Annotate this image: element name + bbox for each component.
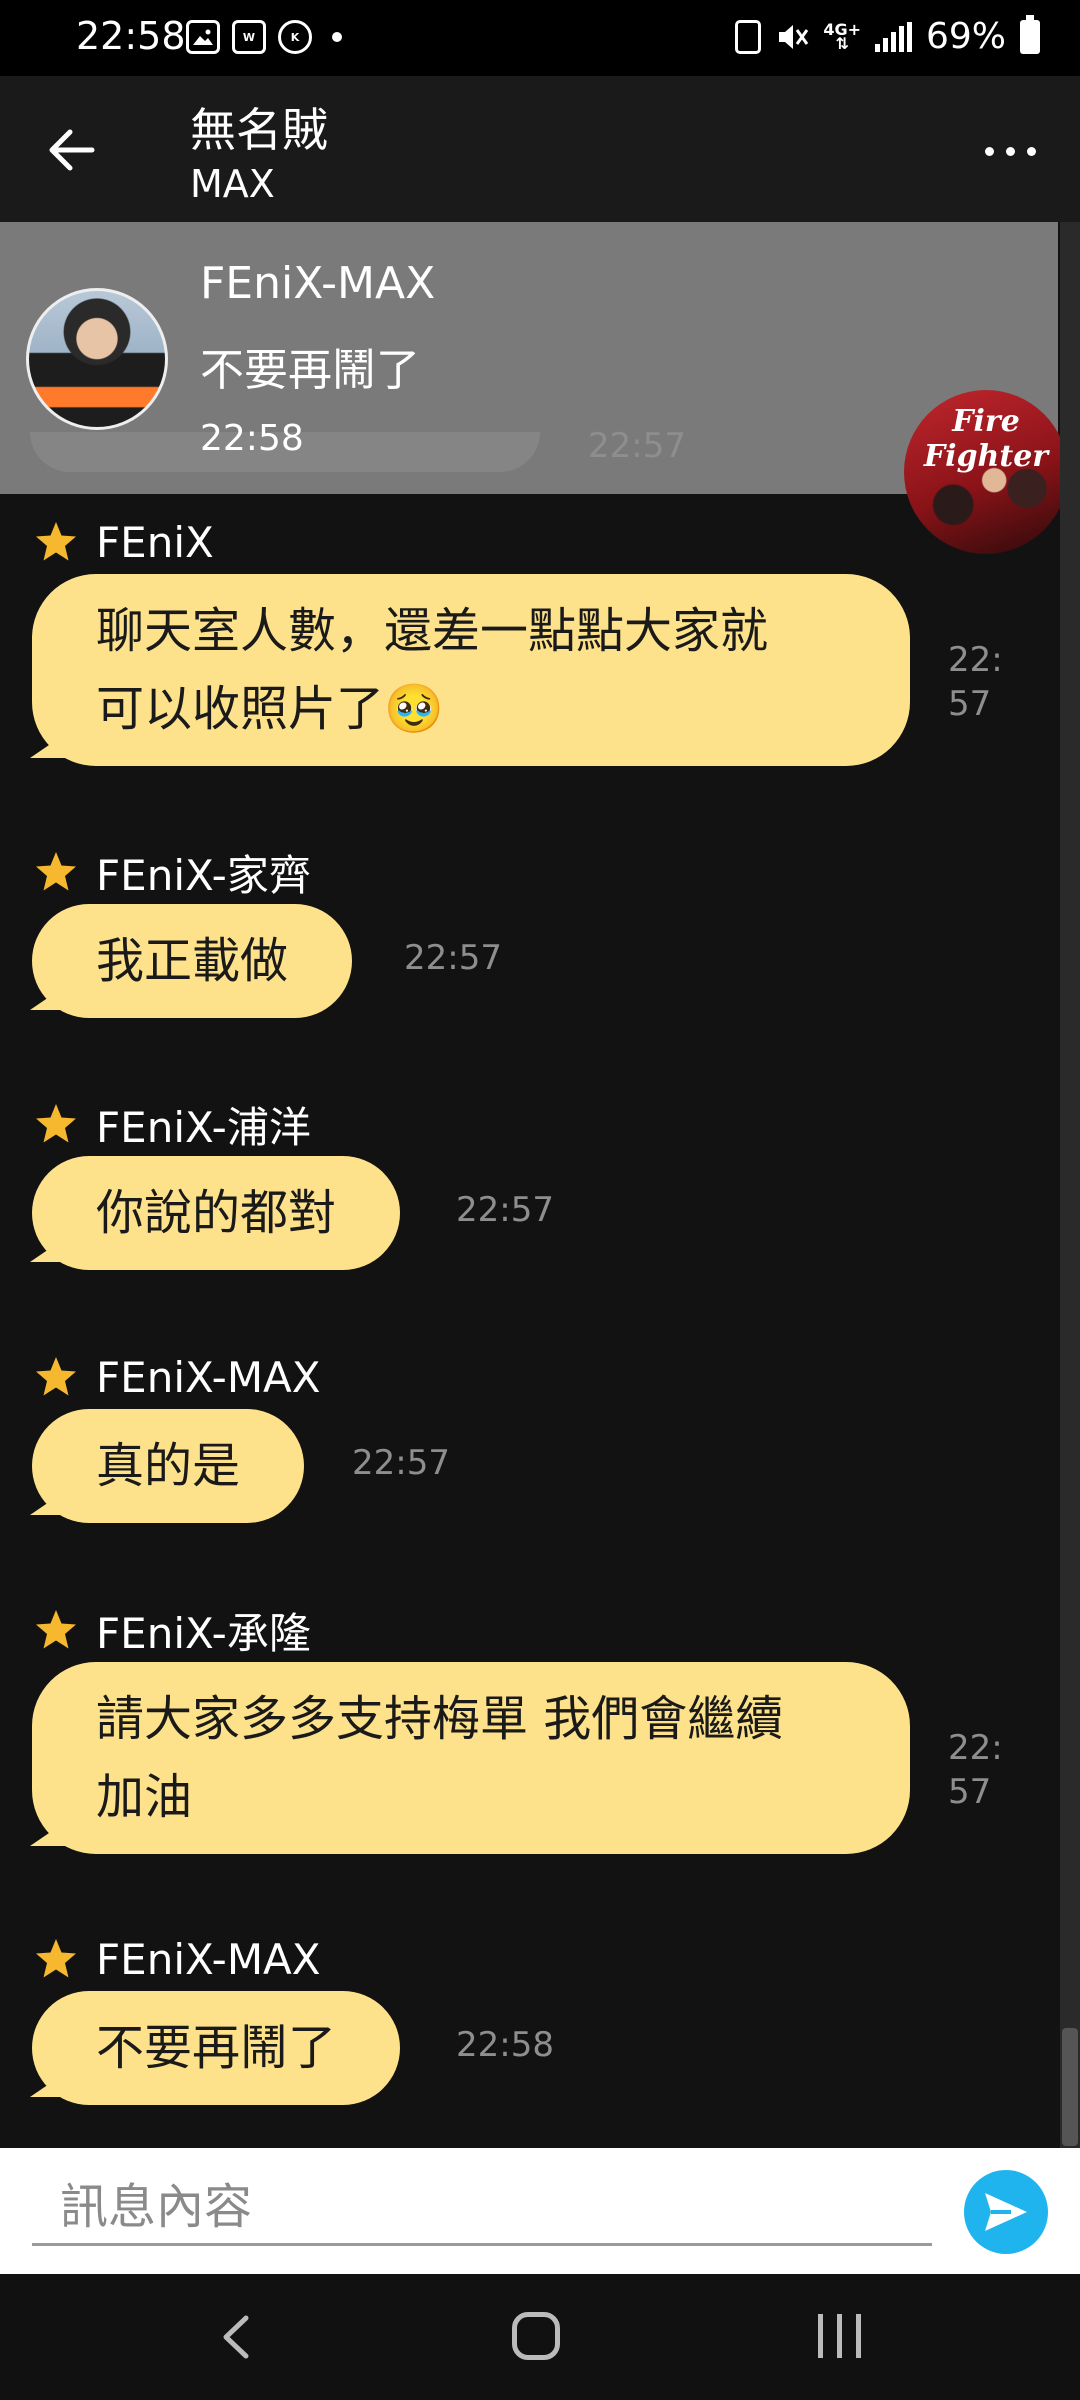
nav-back-icon[interactable]: [216, 2312, 256, 2362]
message-input-bar: 訊息內容: [0, 2148, 1080, 2274]
avatar: [26, 288, 168, 430]
floating-chat-head[interactable]: Fire Fighter: [904, 390, 1068, 554]
pinned-ghost-time: 22:57: [588, 426, 686, 466]
pinned-sender-name: FEniX-MAX: [200, 258, 436, 309]
message-bubble[interactable]: 請大家多多支持梅單 我們會繼續 加油: [32, 1662, 910, 1854]
star-icon: [36, 1939, 76, 1978]
message-line: 我正載做: [96, 933, 289, 989]
sender-row: FEniX-MAX: [34, 1347, 321, 1407]
sender-name: FEniX-浦洋: [96, 1102, 311, 1152]
star-icon: [36, 1104, 76, 1143]
chat-header: 無名賊 MAX: [0, 76, 1080, 222]
gallery-icon: [186, 20, 220, 54]
status-right-icons: 4G+ ⇅ 69%: [735, 14, 1040, 57]
message-line: 不要再鬧了: [96, 2020, 337, 2076]
status-bar: 22:58 W K 4G+ ⇅ 69%: [0, 0, 1080, 76]
message-bubble[interactable]: 聊天室人數，還差一點點大家就 可以收照片了🥹: [32, 574, 910, 766]
message-line: 請大家多多支持梅單 我們會繼續: [96, 1691, 784, 1747]
pinned-message-time: 22:58: [200, 418, 304, 459]
message-bubble[interactable]: 不要再鬧了: [32, 1991, 401, 2105]
star-icon: [36, 1357, 76, 1396]
scroll-thumb[interactable]: [1062, 2028, 1078, 2146]
sender-name: FEniX: [96, 517, 214, 567]
message-line: 你說的都對: [96, 1185, 337, 1241]
message-time: 22:57: [456, 1190, 554, 1230]
scrollbar[interactable]: [1060, 222, 1080, 2148]
mute-icon: [779, 24, 809, 49]
message-input[interactable]: 訊息內容: [32, 2174, 932, 2246]
status-left-icons: W K: [186, 20, 342, 54]
more-options-icon[interactable]: [980, 136, 1040, 166]
star-icon: [36, 522, 76, 561]
send-button[interactable]: [964, 2170, 1048, 2254]
message-bubble[interactable]: 我正載做: [32, 904, 353, 1018]
message-line: 真的是: [96, 1438, 241, 1494]
message-bubble[interactable]: 你說的都對: [32, 1156, 401, 1270]
pinned-message-text: 不要再鬧了: [200, 345, 420, 396]
message-time: 22:57: [404, 938, 502, 978]
message-time: 22:58: [456, 2025, 554, 2065]
4g-signal-icon: 4G+ ⇅: [823, 19, 861, 53]
message-bubble[interactable]: 真的是: [32, 1409, 305, 1523]
battery-saver-icon: [735, 19, 762, 54]
webtoon-icon: W: [232, 20, 266, 54]
send-icon: [985, 2193, 1027, 2231]
chat-subtitle: MAX: [190, 162, 275, 206]
message-time: 22:57: [948, 1728, 1003, 1812]
back-arrow-icon[interactable]: [44, 122, 100, 178]
sender-row: FEniX-浦洋: [34, 1094, 311, 1154]
message-line: 可以收照片了🥹: [96, 681, 444, 737]
floating-chat-head-caption: Fire Fighter: [923, 404, 1049, 474]
sender-row: FEniX: [34, 512, 214, 572]
network-label: 4G+: [823, 19, 861, 39]
battery-percent: 69%: [925, 16, 1006, 57]
message-time: 22:57: [948, 640, 1003, 724]
system-nav-bar: [0, 2274, 1080, 2400]
chat-title: 無名賊: [190, 103, 328, 157]
signal-bars-icon: [874, 21, 912, 52]
star-icon: [36, 852, 76, 891]
battery-icon: [1020, 14, 1040, 54]
sender-name: FEniX-家齊: [96, 850, 311, 900]
notification-dot-icon: [332, 32, 342, 42]
sender-name: FEniX-MAX: [96, 1352, 321, 1402]
nav-recents-icon[interactable]: [818, 2314, 861, 2358]
message-time: 22:57: [352, 1443, 450, 1483]
sender-row: FEniX-家齊: [34, 842, 311, 902]
sender-row: FEniX-承隆: [34, 1600, 311, 1660]
nav-home-icon[interactable]: [512, 2312, 560, 2360]
chat-area[interactable]: FEniX 聊天室人數，還差一點點大家就 可以收照片了🥹 22: 57 FEniX…: [0, 222, 1080, 2148]
message-line: 加油: [96, 1769, 193, 1825]
star-icon: [36, 1610, 76, 1649]
sender-row: FEniX-MAX: [34, 1929, 321, 1989]
message-line: 聊天室人數，還差一點點大家就: [96, 603, 769, 659]
status-time: 22:58: [76, 14, 186, 58]
k-app-icon: K: [278, 20, 312, 54]
sender-name: FEniX-MAX: [96, 1934, 321, 1984]
sender-name: FEniX-承隆: [96, 1608, 311, 1658]
pinned-message-banner[interactable]: 22:57 FEniX-MAX 不要再鬧了 22:58: [0, 222, 1058, 494]
